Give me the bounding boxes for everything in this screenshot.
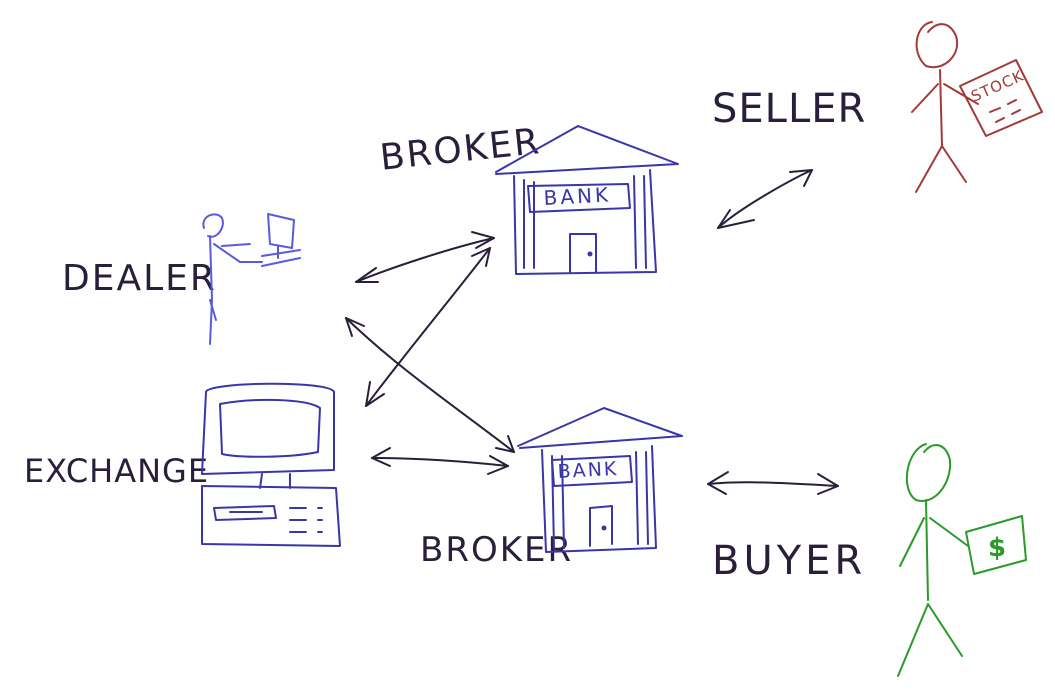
arrow-dealer-broker-top	[355, 231, 495, 283]
bank-sign-top: BANK	[543, 182, 612, 209]
market-diagram: SELLER BROKER DEALER EXCHANGE BROKER BUY…	[0, 0, 1055, 695]
exchange-computer-icon	[201, 382, 341, 547]
stock-certificate-text: STOCK	[968, 66, 1026, 105]
buyer-figure-icon	[897, 443, 1027, 677]
bank-sign-bottom: BANK	[557, 458, 619, 483]
diagram-drawing: BANK BANK STOCK $	[201, 21, 1043, 677]
arrow-broker-buyer	[707, 471, 839, 495]
dealer-figure-icon	[202, 213, 301, 345]
arrow-dealer-broker-bottom	[345, 317, 515, 453]
money-symbol: $	[988, 533, 1006, 563]
arrow-exchange-broker-bottom	[371, 447, 509, 475]
arrow-seller-broker	[717, 169, 813, 229]
seller-figure-icon	[911, 21, 1043, 193]
